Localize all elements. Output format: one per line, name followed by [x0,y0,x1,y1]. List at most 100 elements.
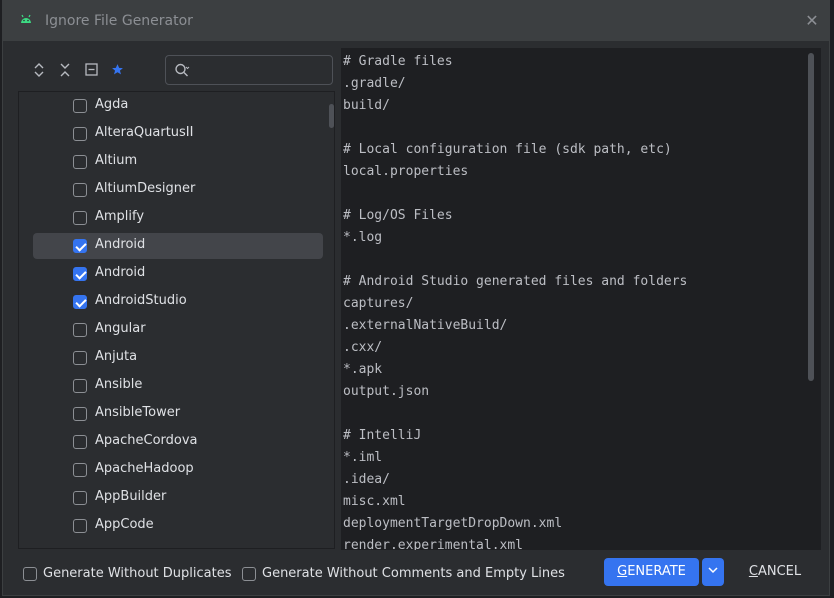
list-item[interactable]: AlteraQuartusII [33,121,323,147]
code-line: misc.xml [343,494,406,509]
list-item-label: AndroidStudio [95,293,187,308]
android-icon [21,14,31,23]
expand-all-button[interactable] [29,60,49,80]
list-item-label: ApacheHadoop [95,461,194,476]
checkbox[interactable] [73,183,87,197]
list-item-label: AppCode [95,517,154,532]
code-line: # Gradle files [343,54,453,69]
checkbox[interactable] [73,267,87,281]
list-item-label: Android [95,237,146,252]
list-item[interactable]: AndroidStudio [33,289,323,315]
without-duplicates-checkbox[interactable]: Generate Without Duplicates [23,565,233,583]
code-line: *.log [343,230,383,245]
without-comments-label: Generate Without Comments and Empty Line… [262,566,565,581]
collapse-icon [60,63,70,77]
code-line: .idea/ [343,472,390,487]
code-line: *.iml [343,450,383,465]
toggle-view-button[interactable] [81,60,101,80]
list-item[interactable]: AppCode [33,513,323,539]
layout-icon [84,63,98,76]
code-line: # Android Studio generated files and fol… [343,274,688,289]
list-item[interactable]: AppBuilder [33,485,323,511]
checkbox[interactable] [73,519,87,533]
list-item[interactable]: Altium [33,149,323,175]
checkbox[interactable] [73,463,87,477]
preview-editor[interactable]: # Gradle files .gradle/build/ # Local conf… [341,48,821,550]
ignore-file-generator-dialog: Ignore File Generator ✕ Agda AlteraQuart… [2,0,830,596]
checkbox[interactable] [73,491,87,505]
close-button[interactable]: ✕ [803,12,821,30]
template-list[interactable]: Agda AlteraQuartusII Altium AltiumDesigner A… [18,91,335,549]
generate-button[interactable]: GENERATE [604,558,699,586]
checkbox[interactable] [242,567,256,581]
list-item[interactable]: Amplify [33,205,323,231]
list-item[interactable]: Anjuta [33,345,323,371]
checkbox[interactable] [73,351,87,365]
code-line: # IntelliJ [343,428,422,443]
list-item[interactable]: ApacheCordova [33,429,323,455]
list-item-label: Anjuta [95,349,138,364]
code-line: local.properties [343,164,469,179]
list-item[interactable]: ApacheHadoop [33,457,323,483]
code-line: .gradle/ [343,76,406,91]
collapse-all-button[interactable] [55,60,75,80]
checkbox[interactable] [23,567,37,581]
title-bar: Ignore File Generator ✕ [3,1,829,41]
checkbox[interactable] [73,155,87,169]
search-icon [175,63,190,77]
list-item-label: Agda [95,97,129,112]
checkbox[interactable] [73,211,87,225]
list-item[interactable]: Android [33,233,323,259]
close-icon: ✕ [805,11,819,30]
list-item[interactable]: Agda [33,93,323,119]
checkbox[interactable] [73,239,87,253]
list-item-label: Angular [95,321,146,336]
list-item-label: Android [95,265,146,280]
favorites-button[interactable] [107,60,127,80]
checkbox[interactable] [73,435,87,449]
preview-code: # Gradle files .gradle/build/ # Local conf… [343,51,687,550]
list-item-label: Amplify [95,209,145,224]
list-item-label: AppBuilder [95,489,167,504]
search-input[interactable] [196,60,326,80]
search-field[interactable] [165,55,333,85]
code-line: render.experimental.xml [343,538,524,550]
code-line: # Log/OS Files [343,208,453,223]
checkbox[interactable] [73,127,87,141]
expand-icon [34,63,44,77]
code-line: # Local configuration file (sdk path, et… [343,142,672,157]
code-line: build/ [343,98,390,113]
background-window-edge [830,0,834,598]
code-line: *.apk [343,362,383,377]
list-item-label: AltiumDesigner [95,181,196,196]
without-comments-checkbox[interactable]: Generate Without Comments and Empty Line… [242,565,565,583]
list-item-label: AlteraQuartusII [95,125,194,140]
checkbox[interactable] [73,379,87,393]
list-item-label: AnsibleTower [95,405,181,420]
list-item[interactable]: Angular [33,317,323,343]
checkbox[interactable] [73,99,87,113]
list-item-label: Ansible [95,377,143,392]
checkbox[interactable] [73,295,87,309]
checkbox[interactable] [73,407,87,421]
list-item[interactable]: AnsibleTower [33,401,323,427]
list-scrollbar[interactable] [329,104,334,128]
list-item-label: Altium [95,153,138,168]
list-item-label: ApacheCordova [95,433,198,448]
generate-options-button[interactable] [702,558,724,586]
cancel-button[interactable]: CANCEL [739,558,811,586]
list-toolbar [21,56,151,84]
list-item[interactable]: Ansible [33,373,323,399]
code-line: .externalNativeBuild/ [343,318,508,333]
code-line: .cxx/ [343,340,383,355]
dialog-title: Ignore File Generator [45,13,193,29]
list-item[interactable]: AltiumDesigner [33,177,323,203]
preview-scrollbar[interactable] [808,53,814,381]
list-item[interactable]: Android [33,261,323,287]
checkbox[interactable] [73,323,87,337]
code-line: captures/ [343,296,414,311]
